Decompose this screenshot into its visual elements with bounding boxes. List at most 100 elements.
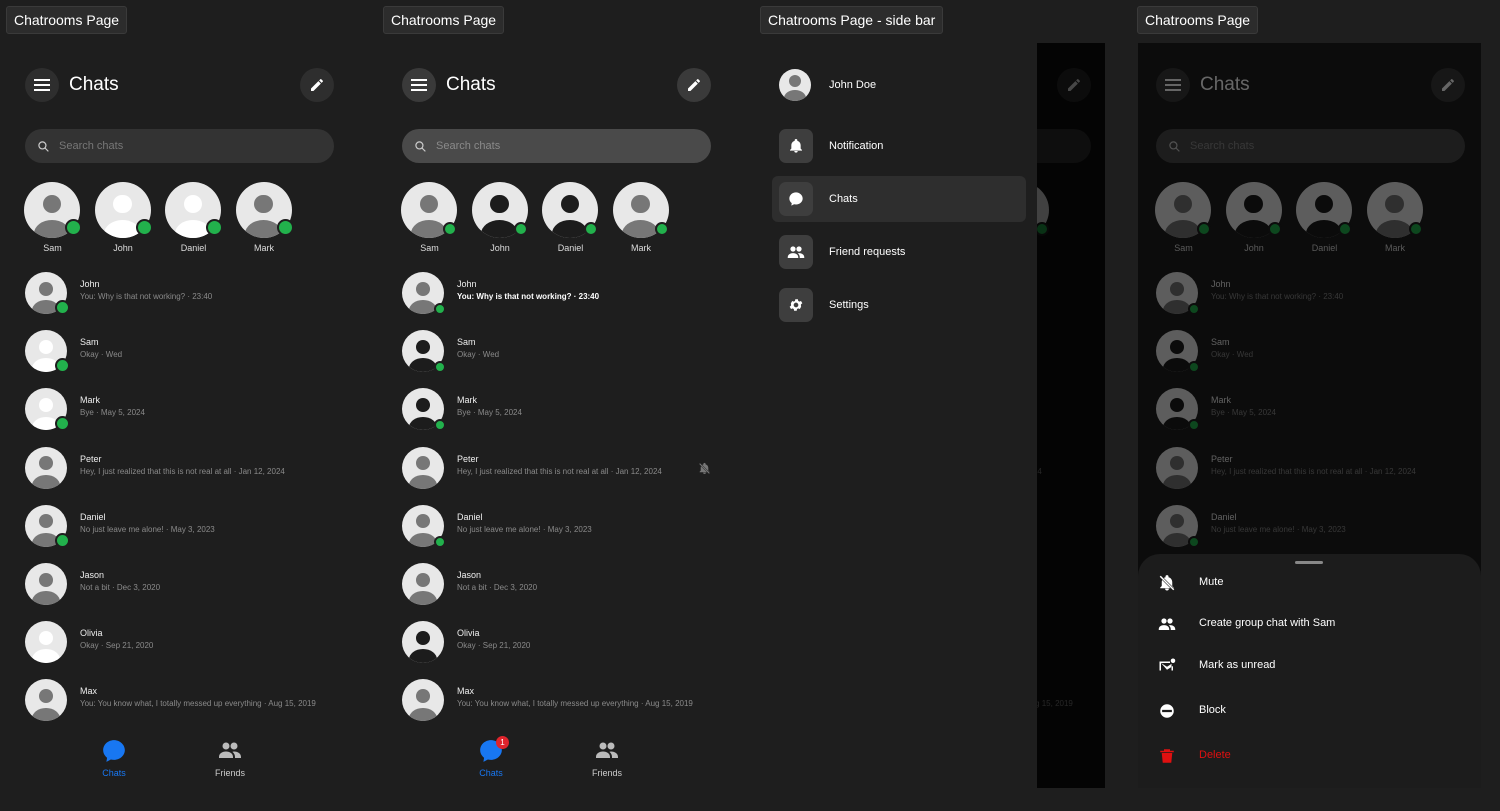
mail-unread-icon [1158, 657, 1176, 675]
sheet-item-label: Block [1199, 704, 1226, 716]
online-indicator [276, 219, 294, 236]
chat-bubble-icon [779, 182, 813, 216]
chat-name: Max [80, 686, 98, 697]
chat-row[interactable]: Max You: You know what, I totally messed … [25, 677, 345, 723]
unread-badge: 1 [496, 736, 509, 749]
avatar [402, 679, 444, 722]
action-sheet: Mute Create group chat with Sam Mark as un… [1138, 554, 1481, 788]
frame-label: Chatrooms Page - side bar [760, 6, 944, 34]
search-input[interactable]: Search chats [402, 129, 711, 163]
block-button[interactable]: Block [1156, 696, 1456, 726]
avatar [779, 69, 811, 101]
chat-row[interactable]: Mark Bye · May 5, 2024 [25, 386, 345, 432]
frame-label: Chatrooms Page [383, 6, 505, 34]
sidebar-user[interactable]: John Doe [772, 62, 1026, 108]
frame-label: Chatrooms Page [1137, 6, 1259, 34]
chat-bubble-icon [84, 738, 144, 764]
chat-row[interactable]: Peter Hey, I just realized that this is n… [402, 445, 722, 491]
avatar [402, 621, 444, 664]
tab-chats[interactable]: 1 Chats [461, 736, 521, 778]
mute-button[interactable]: Mute [1156, 568, 1456, 598]
online-indicator [434, 419, 446, 432]
tab-label: Friends [591, 768, 622, 778]
create-group-button[interactable]: Create group chat with Sam [1156, 609, 1456, 639]
chat-row[interactable]: Max You: You know what, I totally messed … [402, 677, 722, 723]
menu-button[interactable] [25, 68, 59, 102]
chat-row[interactable]: Olivia Okay · Sep 21, 2020 [402, 619, 722, 665]
tab-friends[interactable]: Friends [200, 738, 260, 778]
frame-label: Chatrooms Page [6, 6, 128, 34]
sheet-handle[interactable] [1295, 561, 1323, 564]
tab-chats[interactable]: Chats [84, 738, 144, 778]
bottom-tab-bar: Chats Friends [7, 733, 348, 788]
chat-name: Daniel [80, 511, 106, 522]
pencil-icon [686, 77, 702, 93]
chat-name: Olivia [457, 628, 480, 639]
chat-row[interactable]: Mark Bye · May 5, 2024 [402, 386, 722, 432]
chat-name: Max [457, 686, 475, 697]
people-icon [577, 738, 637, 764]
online-indicator [654, 222, 669, 236]
tab-label: Friends [214, 768, 245, 778]
chat-row[interactable]: John You: Why is that not working? · 23:4… [25, 270, 345, 316]
mark-unread-button[interactable]: Mark as unread [1156, 651, 1456, 681]
story-name: Sam [420, 243, 439, 253]
delete-button[interactable]: Delete [1156, 741, 1456, 771]
chat-row[interactable]: Daniel No just leave me alone! · May 3, 2… [25, 503, 345, 549]
sidebar-item-label: Notification [829, 140, 884, 152]
page-title: Chats [69, 74, 119, 95]
search-input[interactable]: Search chats [25, 129, 334, 163]
sidebar-item-settings[interactable]: Settings [772, 282, 1026, 328]
online-indicator [206, 219, 223, 236]
chat-row[interactable]: Daniel No just leave me alone! · May 3, 2… [402, 503, 722, 549]
chat-preview: Okay · Sep 21, 2020 [457, 641, 531, 651]
chat-row[interactable]: Sam Okay · Wed [402, 328, 722, 374]
online-indicator [434, 303, 446, 315]
sidebar-item-label: Settings [829, 299, 869, 311]
online-indicator [443, 222, 457, 236]
chat-preview: Not a bit · Dec 3, 2020 [457, 583, 538, 592]
chat-preview: You: You know what, I totally messed up … [80, 699, 316, 709]
chat-row[interactable]: John You: Why is that not working? · 23:4… [402, 270, 722, 316]
search-placeholder: Search chats [436, 140, 501, 152]
sidebar-item-label: Friend requests [829, 246, 906, 258]
chat-row[interactable]: Olivia Okay · Sep 21, 2020 [25, 619, 345, 665]
tab-friends[interactable]: Friends [577, 738, 637, 778]
online-indicator [55, 416, 70, 432]
sidebar-item-friend-requests[interactable]: Friend requests [772, 229, 1026, 275]
chat-row[interactable]: Peter Hey, I just realized that this is n… [25, 445, 345, 491]
chat-preview: Not a bit · Dec 3, 2020 [80, 583, 161, 592]
story-name: John [490, 243, 510, 253]
compose-button[interactable] [677, 68, 711, 102]
block-icon [1158, 702, 1176, 720]
avatar [402, 446, 444, 489]
online-indicator [513, 222, 528, 236]
sheet-item-label: Mark as unread [1199, 659, 1276, 671]
sidebar-item-label: Chats [829, 193, 858, 205]
menu-button[interactable] [402, 68, 436, 102]
chat-preview: Hey, I just realized that this is not re… [457, 466, 662, 476]
chat-name: Jason [457, 570, 482, 580]
sheet-item-label: Mute [1199, 576, 1224, 588]
story-name: Daniel [180, 243, 207, 253]
search-icon [37, 140, 50, 153]
chatrooms-frame-1: Chats Search chats Sam John Daniel Mark John Yo… [7, 43, 348, 788]
chat-row[interactable]: Sam Okay · Wed [25, 328, 345, 374]
chat-preview: Bye · May 5, 2024 [80, 408, 145, 418]
tab-label: Chats [102, 768, 126, 778]
sidebar-item-notification[interactable]: Notification [772, 123, 1026, 169]
chat-preview: You: Why is that not working? · 23:40 [457, 292, 600, 301]
online-indicator [434, 535, 446, 548]
story-name: Mark [631, 243, 651, 253]
search-placeholder: Search chats [59, 140, 124, 152]
story-name: Daniel [557, 243, 584, 253]
compose-button[interactable] [300, 68, 334, 102]
chat-row[interactable]: Jason Not a bit · Dec 3, 2020 [402, 561, 722, 607]
chat-row[interactable]: Jason Not a bit · Dec 3, 2020 [25, 561, 345, 607]
chat-name: Olivia [80, 628, 103, 639]
sidebar-user-name: John Doe [829, 79, 877, 91]
sidebar-item-chats[interactable]: Chats [772, 176, 1026, 222]
chat-name: John [457, 279, 477, 289]
avatar [25, 621, 67, 664]
avatar [25, 446, 67, 489]
